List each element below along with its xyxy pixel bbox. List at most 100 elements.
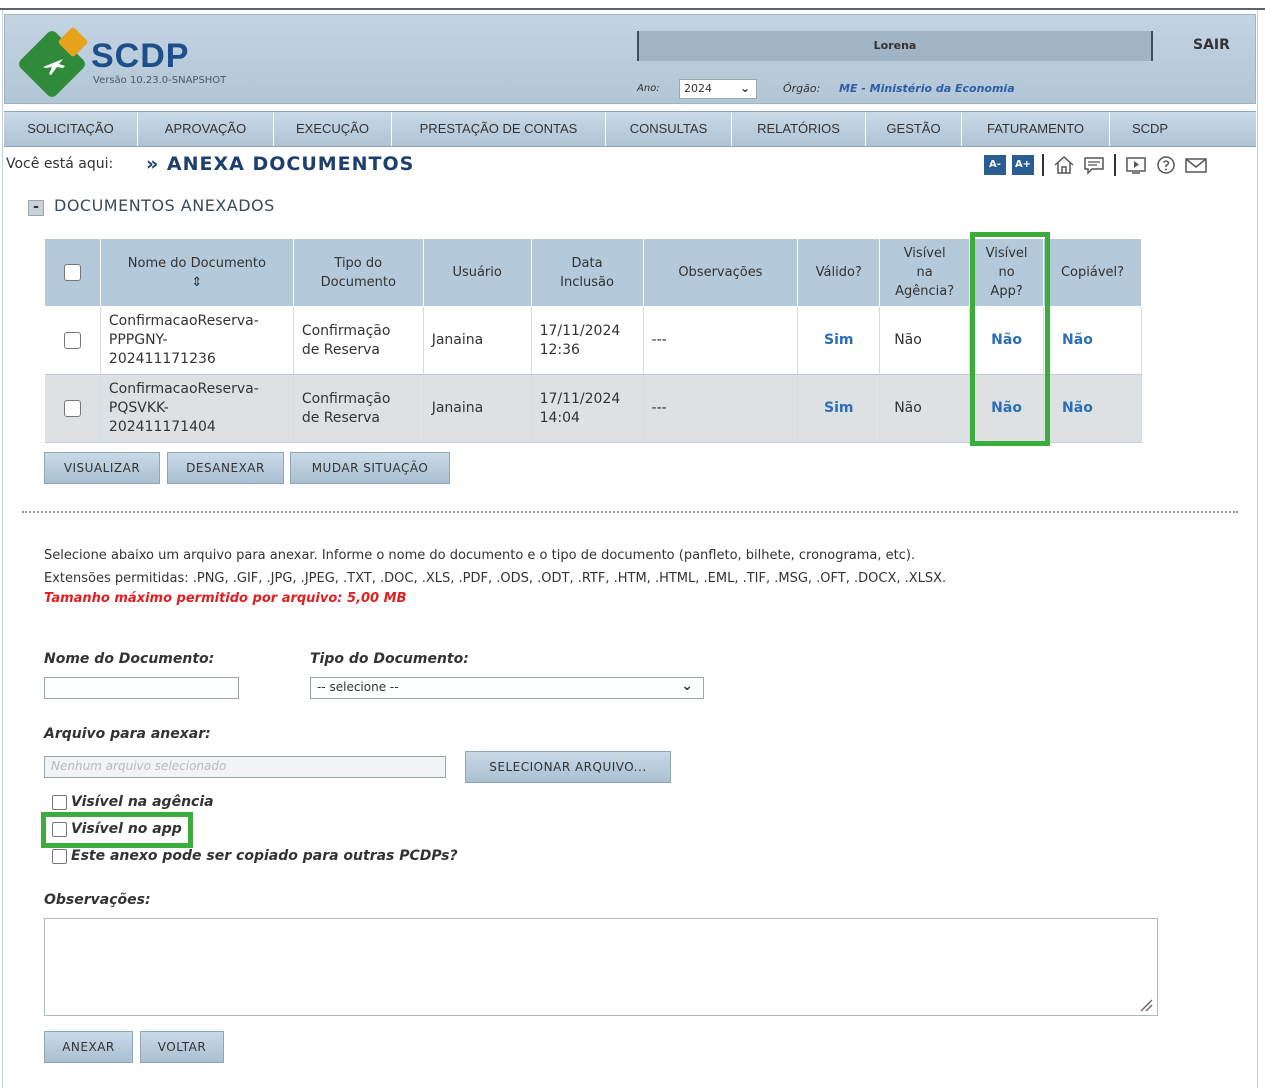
menu-prestacao-contas[interactable]: PRESTAÇÃO DE CONTAS — [392, 112, 606, 146]
cell-copiavel-link[interactable]: Não — [1043, 306, 1142, 375]
observacoes-textarea[interactable] — [44, 918, 1158, 1016]
header-tipo-line1: Tipo do — [334, 255, 383, 271]
cell-visivel-app-link[interactable]: Não — [969, 306, 1045, 375]
nome-documento-input[interactable] — [44, 677, 239, 699]
app-header: SCDP Versão 10.23.0-SNAPSHOT Lorena SAIR… — [4, 14, 1256, 104]
header-nome[interactable]: Nome do Documento ⇕ — [99, 238, 294, 307]
table-row[interactable]: ConfirmacaoReserva- PPPGNY- 202411171236… — [44, 306, 1142, 375]
visivel-app-checkbox[interactable] — [52, 821, 67, 837]
menu-scdp[interactable]: SCDP — [1110, 112, 1190, 146]
font-decrease-button[interactable]: A- — [984, 155, 1006, 175]
mudar-situacao-button[interactable]: MUDAR SITUAÇÃO — [290, 452, 450, 484]
year-select[interactable]: 2024 ⌄ — [679, 79, 757, 99]
menu-solicitacao[interactable]: SOLICITAÇÃO — [4, 112, 138, 146]
cell-data: 17/11/2024 12:36 — [531, 306, 644, 375]
observacoes-label: Observações: — [44, 892, 151, 908]
header-data: Data Inclusão — [530, 238, 644, 307]
cell-data: 17/11/2024 14:04 — [531, 374, 644, 443]
copiar-label: Este anexo pode ser copiado para outras … — [71, 848, 458, 864]
copiar-option[interactable]: Este anexo pode ser copiado para outras … — [52, 848, 458, 864]
cell-tipo-line1: Confirmação — [301, 390, 391, 407]
cell-valido-link[interactable]: Sim — [797, 306, 881, 375]
row-checkbox[interactable] — [63, 399, 81, 417]
header-select-all — [44, 238, 101, 307]
table-row[interactable]: ConfirmacaoReserva- PQSVKK- 202411171404… — [44, 374, 1142, 443]
cell-observacoes: --- — [643, 306, 799, 375]
header-copiavel: Copiável? — [1043, 238, 1142, 307]
arquivo-label: Arquivo para anexar: — [44, 726, 211, 742]
selecionar-arquivo-button[interactable]: SELECIONAR ARQUIVO... — [465, 751, 671, 783]
brand-name: SCDP — [91, 37, 190, 75]
arquivo-input[interactable]: Nenhum arquivo selecionado — [44, 756, 446, 778]
header-data-line1: Data — [571, 255, 603, 271]
menu-aprovacao[interactable]: APROVAÇÃO — [138, 112, 274, 146]
max-size-warning: Tamanho máximo permitido por arquivo: 5,… — [44, 591, 407, 606]
visualizar-button[interactable]: VISUALIZAR — [44, 452, 160, 484]
breadcrumb: » ANEXA DOCUMENTOS — [146, 153, 414, 175]
logout-link[interactable]: SAIR — [1193, 37, 1230, 53]
header-vis-ag-line2: na — [916, 265, 933, 280]
year-value: 2024 — [684, 82, 712, 95]
cell-valido-link[interactable]: Sim — [797, 374, 881, 443]
org-value[interactable]: ME - Ministério da Economia — [839, 82, 1015, 95]
row-checkbox[interactable] — [63, 331, 81, 349]
cell-nome-line1: ConfirmacaoReserva- — [108, 313, 259, 329]
cell-usuario: Janaina — [423, 306, 532, 375]
copiar-checkbox[interactable] — [52, 848, 67, 864]
visivel-app-label: Visível no app — [71, 821, 182, 837]
cell-tipo-line1: Confirmação — [301, 322, 391, 339]
font-increase-button[interactable]: A+ — [1012, 155, 1034, 175]
sort-icon[interactable]: ⇕ — [105, 273, 289, 292]
help-icon[interactable] — [1154, 154, 1178, 176]
row-checkbox-cell — [44, 374, 101, 443]
airplane-icon — [43, 59, 65, 75]
nome-documento-label: Nome do Documento: — [44, 651, 215, 667]
voltar-button[interactable]: VOLTAR — [140, 1031, 224, 1063]
header-vis-app-line3: App? — [990, 284, 1023, 299]
year-label: Ano: — [637, 83, 660, 94]
cell-nome-line1: ConfirmacaoReserva- — [108, 381, 259, 397]
visivel-app-option[interactable]: Visível no app — [52, 821, 182, 837]
cell-data-line2: 14:04 — [539, 409, 580, 426]
org-label: Órgão: — [783, 82, 821, 95]
collapse-toggle[interactable]: - — [28, 200, 44, 216]
header-observacoes: Observações — [642, 238, 799, 307]
version-label: Versão 10.23.0-SNAPSHOT — [93, 75, 227, 86]
main-menu: SOLICITAÇÃO APROVAÇÃO EXECUÇÃO PRESTAÇÃO… — [4, 111, 1256, 147]
menu-execucao[interactable]: EXECUÇÃO — [274, 112, 392, 146]
cell-copiavel-link[interactable]: Não — [1043, 374, 1142, 443]
double-chevron-icon: » — [146, 153, 160, 175]
desanexar-button[interactable]: DESANEXAR — [167, 452, 284, 484]
cell-data-line1: 17/11/2024 — [539, 390, 621, 407]
cell-nome-line3: 202411171404 — [108, 419, 216, 435]
menu-relatorios[interactable]: RELATÓRIOS — [732, 112, 866, 146]
tipo-documento-label: Tipo do Documento: — [310, 651, 469, 667]
row-checkbox-cell — [44, 306, 101, 375]
menu-faturamento[interactable]: FATURAMENTO — [962, 112, 1110, 146]
visivel-agencia-option[interactable]: Visível na agência — [52, 794, 214, 810]
visivel-agencia-checkbox[interactable] — [52, 794, 67, 810]
home-icon[interactable] — [1052, 154, 1076, 176]
table-header-row: Nome do Documento ⇕ Tipo do Documento Us… — [44, 238, 1142, 307]
cell-observacoes: --- — [643, 374, 799, 443]
header-nome-label: Nome do Documento — [127, 255, 266, 271]
resize-handle-icon[interactable] — [1139, 998, 1153, 1012]
tipo-documento-select[interactable]: -- selecione -- ⌄ — [310, 677, 704, 699]
breadcrumb-prefix: Você está aqui: — [6, 156, 114, 172]
header-visivel-agencia: Visível na Agência? — [879, 238, 971, 307]
select-all-checkbox[interactable] — [63, 264, 81, 281]
chat-icon[interactable] — [1082, 154, 1106, 176]
header-vis-app-line1: Visível — [985, 246, 1028, 261]
anexar-button[interactable]: ANEXAR — [44, 1031, 133, 1063]
cell-tipo-line2: de Reserva — [301, 341, 381, 358]
cell-tipo: Confirmação de Reserva — [293, 374, 424, 443]
menu-gestao[interactable]: GESTÃO — [866, 112, 962, 146]
mail-icon[interactable] — [1184, 154, 1208, 176]
toolbar-divider — [1114, 154, 1116, 176]
menu-consultas[interactable]: CONSULTAS — [606, 112, 732, 146]
cell-nome: ConfirmacaoReserva- PQSVKK- 202411171404 — [100, 374, 294, 443]
page-title: ANEXA DOCUMENTOS — [166, 153, 415, 175]
chevron-down-icon: ⌄ — [681, 678, 693, 694]
cell-visivel-app-link[interactable]: Não — [969, 374, 1045, 443]
video-icon[interactable] — [1124, 154, 1148, 176]
